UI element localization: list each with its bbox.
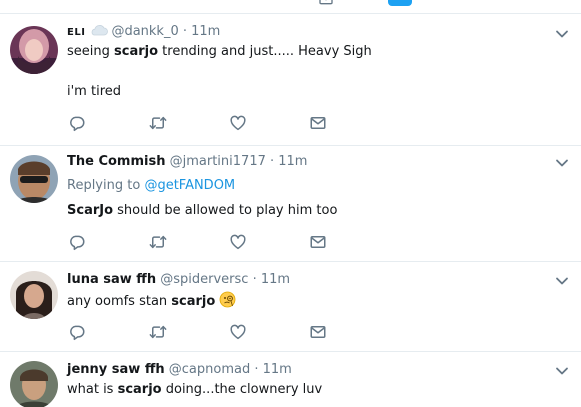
tweet[interactable]: The Commish @jmartini1717 · 11m Replying… — [0, 146, 581, 262]
avatar[interactable] — [10, 361, 58, 407]
display-name[interactable]: ELI — [67, 27, 85, 38]
blue-button-edge[interactable] — [388, 0, 412, 6]
handle[interactable]: @capnomad — [169, 362, 250, 377]
chevron-down-icon[interactable] — [555, 276, 569, 286]
highlighted-keyword: scarjo — [117, 382, 162, 397]
mention-link[interactable]: @getFANDOM — [144, 178, 235, 193]
avatar[interactable] — [10, 26, 58, 74]
tweet-text: what is scarjo doing...the clownery luv — [67, 382, 323, 397]
message-button[interactable] — [309, 114, 327, 132]
chevron-down-icon[interactable] — [555, 366, 569, 376]
cloud-emoji-icon — [89, 23, 109, 43]
handle[interactable]: @spiderversc — [160, 272, 248, 287]
timestamp[interactable]: 11m — [191, 24, 220, 39]
envelope-icon[interactable] — [318, 0, 334, 7]
tweet-header: The Commish @jmartini1717 · 11m — [67, 154, 308, 169]
retweet-button[interactable] — [149, 114, 167, 132]
envelope-icon — [309, 233, 327, 251]
tweet-header: ELI @dankk_0 · 11m — [67, 23, 220, 43]
face-with-monocle-emoji — [219, 291, 236, 308]
display-name[interactable]: luna saw ffh — [67, 272, 156, 287]
chevron-down-icon[interactable] — [555, 158, 569, 168]
heart-icon — [229, 233, 247, 251]
tweet[interactable]: luna saw ffh @spiderversc · 11m any oomf… — [0, 262, 581, 352]
handle[interactable]: @jmartini1717 — [170, 154, 266, 169]
tweet[interactable]: ELI @dankk_0 · 11m seeing scarjo trending… — [0, 14, 581, 146]
avatar[interactable] — [10, 155, 58, 203]
envelope-icon — [309, 323, 327, 341]
timestamp[interactable]: 11m — [278, 154, 307, 169]
envelope-icon — [309, 114, 327, 132]
timestamp[interactable]: 11m — [261, 272, 290, 287]
retweet-icon — [149, 114, 167, 132]
tweet-text: ScarJo should be allowed to play him too — [67, 203, 338, 218]
retweet-button[interactable] — [149, 323, 167, 341]
retweet-button[interactable] — [149, 233, 167, 251]
timestamp[interactable]: 11m — [263, 362, 292, 377]
tweet-text: seeing scarjo trending and just..... Hea… — [67, 44, 372, 59]
reply-icon — [68, 233, 86, 251]
heart-icon — [229, 114, 247, 132]
heart-icon — [229, 323, 247, 341]
tweet-actions — [68, 114, 338, 132]
retweet-icon — [149, 233, 167, 251]
tweet-text: any oomfs stan scarjo — [67, 291, 236, 311]
tweet-header: luna saw ffh @spiderversc · 11m — [67, 272, 291, 287]
chevron-down-icon[interactable] — [555, 29, 569, 39]
highlighted-keyword: scarjo — [114, 44, 159, 59]
like-button[interactable] — [229, 114, 247, 132]
tweet[interactable]: jenny saw ffh @capnomad · 11m what is sc… — [0, 352, 581, 407]
highlighted-keyword: scarjo — [171, 294, 216, 309]
message-button[interactable] — [309, 233, 327, 251]
retweet-icon — [149, 323, 167, 341]
like-button[interactable] — [229, 233, 247, 251]
like-button[interactable] — [229, 323, 247, 341]
avatar[interactable] — [10, 271, 58, 319]
tweet-actions — [68, 323, 338, 341]
replying-to: Replying to @getFANDOM — [67, 178, 236, 193]
tweet-header: jenny saw ffh @capnomad · 11m — [67, 362, 292, 377]
previous-tweet-actions — [0, 0, 581, 14]
display-name[interactable]: The Commish — [67, 154, 165, 169]
tweet-text-line-2: i'm tired — [67, 84, 121, 99]
handle[interactable]: @dankk_0 — [111, 24, 178, 39]
reply-icon — [68, 323, 86, 341]
display-name[interactable]: jenny saw ffh — [67, 362, 165, 377]
reply-button[interactable] — [68, 233, 86, 251]
tweet-actions — [68, 233, 338, 251]
message-button[interactable] — [309, 323, 327, 341]
highlighted-keyword: ScarJo — [67, 203, 114, 218]
reply-button[interactable] — [68, 114, 86, 132]
reply-button[interactable] — [68, 323, 86, 341]
reply-icon — [68, 114, 86, 132]
